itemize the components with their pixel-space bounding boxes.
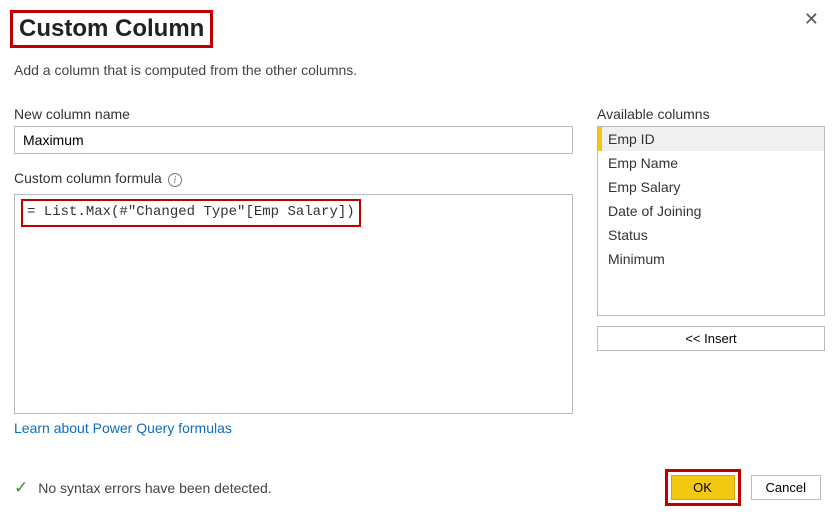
column-item[interactable]: Minimum (598, 247, 824, 271)
formula-prefix: = (27, 204, 44, 220)
column-item[interactable]: Emp ID (598, 127, 824, 151)
column-item[interactable]: Emp Salary (598, 175, 824, 199)
column-item[interactable]: Emp Name (598, 151, 824, 175)
cancel-button[interactable]: Cancel (751, 475, 821, 500)
formula-text: List.Max(#"Changed Type"[Emp Salary]) (44, 204, 355, 220)
dialog-title: Custom Column (10, 10, 213, 48)
close-icon[interactable]: ✕ (800, 6, 823, 32)
new-column-label: New column name (14, 106, 573, 122)
column-item[interactable]: Date of Joining (598, 199, 824, 223)
formula-input[interactable]: = List.Max(#"Changed Type"[Emp Salary]) (14, 194, 573, 414)
learn-link[interactable]: Learn about Power Query formulas (14, 420, 232, 436)
new-column-input[interactable] (14, 126, 573, 154)
info-icon[interactable]: i (168, 173, 182, 187)
ok-button[interactable]: OK (671, 475, 735, 500)
formula-label: Custom column formula (14, 170, 162, 186)
status-text: No syntax errors have been detected. (38, 480, 271, 496)
insert-button[interactable]: << Insert (597, 326, 825, 351)
column-item[interactable]: Status (598, 223, 824, 247)
check-icon: ✓ (14, 478, 28, 498)
available-columns-list: Emp IDEmp NameEmp SalaryDate of JoiningS… (597, 126, 825, 316)
available-columns-label: Available columns (597, 106, 825, 122)
dialog-subtitle: Add a column that is computed from the o… (10, 62, 825, 78)
